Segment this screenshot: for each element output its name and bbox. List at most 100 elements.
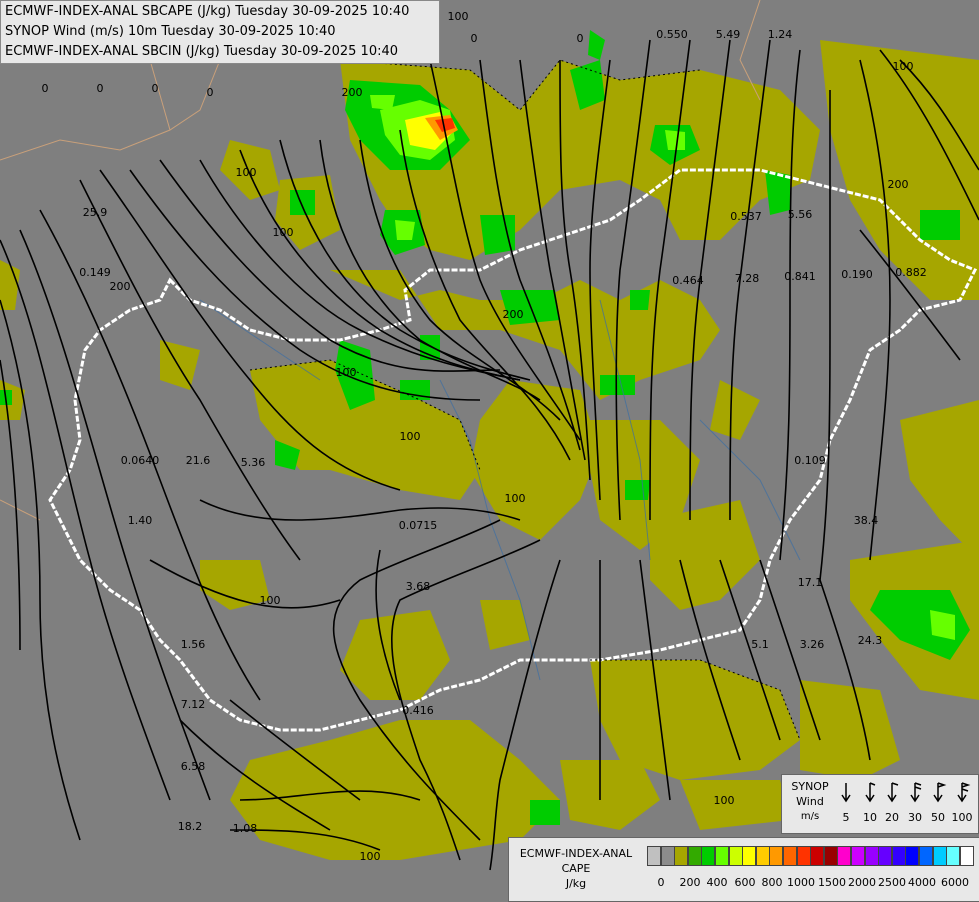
- map-value-label: 5.1: [751, 638, 769, 651]
- cape-tick-label: 4000: [908, 876, 936, 889]
- wind-speed-label: 100: [951, 811, 973, 824]
- map-value-label: 0: [207, 86, 214, 99]
- header-line-sbcape: ECMWF-INDEX-ANAL SBCAPE (J/kg) Tuesday 3…: [5, 4, 410, 19]
- header-line-sbcin: ECMWF-INDEX-ANAL SBCIN (J/kg) Tuesday 30…: [5, 44, 399, 59]
- map-value-label: 0: [97, 82, 104, 95]
- cape-tick-label: 1500: [818, 876, 846, 889]
- map-value-label: 200: [110, 280, 131, 293]
- map-value-label: 100: [360, 850, 381, 863]
- map-value-label: 0.0715: [399, 519, 438, 532]
- map-value-label: 5.49: [716, 28, 741, 41]
- map-value-label: 1.40: [128, 514, 153, 527]
- cape-color-swatch: [660, 846, 675, 866]
- cape-color-swatch: [932, 846, 947, 866]
- map-value-label: 1.24: [768, 28, 793, 41]
- map-value-label: 1.56: [181, 638, 206, 651]
- map-value-label: 100: [260, 594, 281, 607]
- cape-color-swatch: [728, 846, 743, 866]
- cape-tick-label: 600: [734, 876, 756, 889]
- cape-color-swatch: [837, 846, 852, 866]
- map-value-label: 100: [273, 226, 294, 239]
- cape-tick-label: 1000: [787, 876, 815, 889]
- map-value-label: 1.08: [233, 822, 258, 835]
- cape-color-swatch: [701, 846, 716, 866]
- cape-color-swatch: [891, 846, 906, 866]
- map-value-label: 7.12: [181, 698, 206, 711]
- cape-color-swatch: [769, 846, 784, 866]
- wind-speed-label: 50: [931, 811, 945, 824]
- cape-color-swatch: [946, 846, 961, 866]
- cape-color-swatch: [647, 846, 661, 866]
- map-value-label: 200: [888, 178, 909, 191]
- map-value-label: 7.28: [735, 272, 760, 285]
- map-value-label: 0.190: [841, 268, 873, 281]
- cape-color-swatch: [796, 846, 811, 866]
- map-value-label: 17.1: [798, 576, 823, 589]
- wind-speed-label: 20: [885, 811, 899, 824]
- map-value-label: 21.6: [186, 454, 211, 467]
- wind-legend: SYNOP Wind m/s 5 10 20 30 50 100: [781, 774, 979, 834]
- map-value-label: 0.841: [784, 270, 816, 283]
- map-value-label: 0.149: [79, 266, 111, 279]
- map-value-label: 0.464: [672, 274, 704, 287]
- map-value-label: 0: [42, 82, 49, 95]
- cape-color-swatch: [755, 846, 770, 866]
- map-value-label: 100: [236, 166, 257, 179]
- cape-legend-title-1: ECMWF-INDEX-ANAL: [519, 847, 633, 860]
- map-value-label: 100: [893, 60, 914, 73]
- cape-color-swatch: [810, 846, 825, 866]
- map-value-label: 3.68: [406, 580, 431, 593]
- map-value-label: 25.9: [83, 206, 108, 219]
- map-value-label: 38.4: [854, 514, 879, 527]
- cape-color-swatch: [919, 846, 933, 866]
- cape-legend: ECMWF-INDEX-ANAL CAPE J/kg 0 200 400 600 800…: [508, 837, 979, 902]
- cape-color-swatch: [687, 846, 702, 866]
- wind-speed-label: 5: [842, 811, 850, 824]
- cape-tick-label: 2000: [848, 876, 876, 889]
- header-line-wind: SYNOP Wind (m/s) 10m Tuesday 30-09-2025 …: [5, 24, 336, 39]
- cape-color-swatch: [905, 846, 920, 866]
- cape-legend-title: ECMWF-INDEX-ANAL CAPE J/kg: [511, 846, 641, 891]
- cape-color-swatch: [715, 846, 729, 866]
- map-value-label: 100: [336, 366, 357, 379]
- weather-map: 000000000.5505.491.2425.90.1490.5375.560…: [0, 0, 979, 900]
- wind-speed-label: 30: [908, 811, 922, 824]
- map-value-label: 5.36: [241, 456, 266, 469]
- cape-tick-label: 800: [761, 876, 783, 889]
- cape-tick-label: 200: [679, 876, 701, 889]
- cape-legend-title-3: J/kg: [565, 877, 587, 890]
- cape-legend-title-2: CAPE: [561, 862, 591, 875]
- map-value-label: 200: [503, 308, 524, 321]
- map-value-label: 200: [342, 86, 363, 99]
- cape-tick-label: 6000: [941, 876, 969, 889]
- map-value-label: 100: [400, 430, 421, 443]
- map-value-label: 0.537: [730, 210, 762, 223]
- cape-color-swatch: [959, 846, 974, 866]
- map-value-label: 0: [577, 32, 584, 45]
- map-value-label: 0: [471, 32, 478, 45]
- wind-arrow-icons: [841, 782, 971, 803]
- map-value-label: 18.2: [178, 820, 203, 833]
- cape-tick-label: 2500: [878, 876, 906, 889]
- map-value-label: 6.58: [181, 760, 206, 773]
- map-value-label: 3.26: [800, 638, 825, 651]
- wind-speed-label: 10: [863, 811, 877, 824]
- cape-color-swatch: [674, 846, 689, 866]
- map-value-label: 100: [505, 492, 526, 505]
- cape-tick-label: 400: [706, 876, 728, 889]
- map-value-label: 100: [448, 10, 469, 23]
- map-value-label: 0.550: [656, 28, 688, 41]
- map-value-label: 0: [152, 82, 159, 95]
- cape-color-swatch: [742, 846, 757, 866]
- cape-color-swatch: [783, 846, 797, 866]
- cape-color-swatch: [851, 846, 865, 866]
- cape-color-swatch: [864, 846, 879, 866]
- cape-tick-label: 0: [657, 876, 665, 889]
- cape-color-swatch: [823, 846, 838, 866]
- map-value-label: 24.3: [858, 634, 883, 647]
- map-value-label: 5.56: [788, 208, 813, 221]
- cape-color-swatch: [878, 846, 893, 866]
- map-value-label: 0.0640: [121, 454, 160, 467]
- map-value-label: 100: [714, 794, 735, 807]
- map-header: ECMWF-INDEX-ANAL SBCAPE (J/kg) Tuesday 3…: [0, 0, 440, 64]
